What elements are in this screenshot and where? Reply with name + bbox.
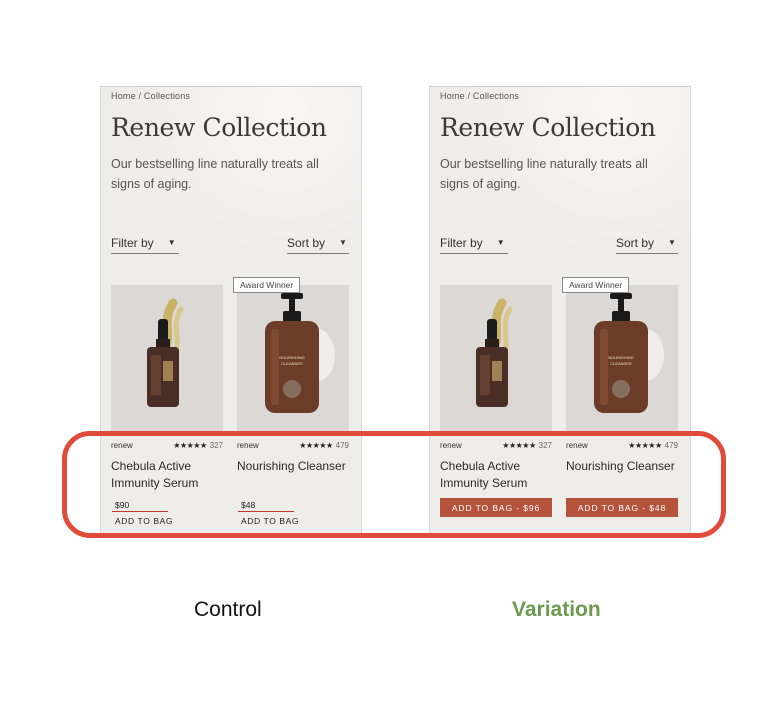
product-image[interactable]: NOURISHING CLEANSER [237, 285, 349, 435]
divider [112, 511, 168, 512]
breadcrumb[interactable]: Home / Collections [440, 91, 519, 101]
rating[interactable]: ★★★★★ 479 [299, 441, 349, 450]
review-count: 327 [209, 441, 223, 450]
review-count: 327 [538, 441, 552, 450]
product-card[interactable]: NOURISHING CLEANSER renew ★★★★★ 479 Nouri… [566, 285, 678, 517]
rating[interactable]: ★★★★★ 327 [502, 441, 552, 450]
star-icon: ★★★★★ [299, 441, 333, 450]
brand-label: renew [566, 441, 588, 450]
sort-dropdown[interactable]: Sort by ▼ [287, 232, 349, 254]
award-badge: Award Winner [233, 277, 301, 293]
add-to-bag-button[interactable]: ADD TO BAG - $48 [566, 498, 678, 517]
product-meta: renew ★★★★★ 479 [237, 441, 349, 453]
serum-bottle-icon [147, 298, 184, 407]
breadcrumb[interactable]: Home / Collections [111, 91, 190, 101]
add-to-bag-link[interactable]: ADD TO BAG [241, 516, 299, 526]
rating[interactable]: ★★★★★ 479 [628, 441, 678, 450]
product-image[interactable] [111, 285, 223, 435]
product-name[interactable]: Chebula Active Immunity Serum [440, 458, 552, 492]
filter-dropdown[interactable]: Filter by ▼ [440, 232, 508, 254]
product-meta: renew ★★★★★ 479 [566, 441, 678, 453]
product-image[interactable] [440, 285, 552, 435]
caret-down-icon: ▼ [339, 237, 347, 247]
caret-down-icon: ▼ [668, 237, 676, 247]
sort-dropdown[interactable]: Sort by ▼ [616, 232, 678, 254]
review-count: 479 [335, 441, 349, 450]
variation-caption: Variation [512, 598, 601, 621]
review-count: 479 [664, 441, 678, 450]
add-to-bag-button[interactable]: ADD TO BAG - $96 [440, 498, 552, 517]
sort-label: Sort by [616, 235, 655, 250]
brand-label: renew [440, 441, 462, 450]
star-icon: ★★★★★ [173, 441, 207, 450]
control-caption: Control [194, 598, 262, 621]
caret-down-icon: ▼ [496, 237, 505, 247]
product-name[interactable]: Chebula Active Immunity Serum [111, 458, 223, 492]
brand-label: renew [237, 441, 259, 450]
product-name[interactable]: Nourishing Cleanser [566, 458, 678, 475]
svg-text:NOURISHING: NOURISHING [608, 355, 634, 360]
caret-down-icon: ▼ [167, 237, 176, 247]
rating[interactable]: ★★★★★ 327 [173, 441, 223, 450]
filter-label: Filter by [111, 235, 154, 250]
product-card[interactable]: renew ★★★★★ 327 Chebula Active Immunity S… [111, 285, 223, 526]
page-title: Renew Collection [111, 113, 327, 142]
product-image[interactable]: NOURISHING CLEANSER [566, 285, 678, 435]
sort-label: Sort by [287, 235, 326, 250]
product-price: $48 [241, 500, 256, 510]
product-name[interactable]: Nourishing Cleanser [237, 458, 349, 475]
product-meta: renew ★★★★★ 327 [440, 441, 552, 453]
product-card[interactable]: renew ★★★★★ 327 Chebula Active Immunity S… [440, 285, 552, 517]
pump-bottle-icon: NOURISHING CLEANSER [594, 293, 664, 413]
pump-bottle-icon: NOURISHING CLEANSER [265, 293, 335, 413]
divider [238, 511, 294, 512]
variation-panel: Home / Collections Renew Collection Our … [429, 86, 691, 535]
award-badge: Award Winner [562, 277, 630, 293]
product-card[interactable]: NOURISHING CLEANSER renew ★★★★★ 479 Nouri… [237, 285, 349, 526]
page-description: Our bestselling line naturally treats al… [111, 157, 319, 191]
add-to-bag-link[interactable]: ADD TO BAG [115, 516, 173, 526]
svg-text:NOURISHING: NOURISHING [279, 355, 305, 360]
star-icon: ★★★★★ [502, 441, 536, 450]
filter-label: Filter by [440, 235, 483, 250]
page-title: Renew Collection [440, 113, 656, 142]
brand-label: renew [111, 441, 133, 450]
page-description: Our bestselling line naturally treats al… [440, 157, 648, 191]
svg-text:CLEANSER: CLEANSER [281, 361, 303, 366]
control-panel: Home / Collections Renew Collection Our … [100, 86, 362, 535]
product-price: $90 [115, 500, 130, 510]
serum-bottle-icon [476, 298, 513, 407]
filter-dropdown[interactable]: Filter by ▼ [111, 232, 179, 254]
svg-text:CLEANSER: CLEANSER [610, 361, 632, 366]
star-icon: ★★★★★ [628, 441, 662, 450]
product-meta: renew ★★★★★ 327 [111, 441, 223, 453]
